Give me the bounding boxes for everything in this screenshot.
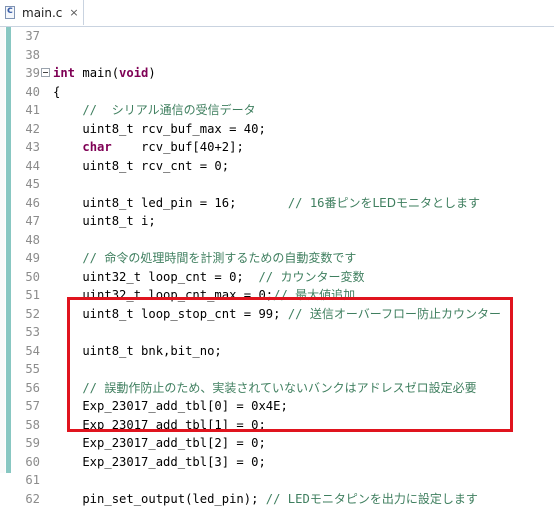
code-token: { [53,85,60,99]
code-token: rcv_buf[40+2]; [112,140,244,154]
line-number: 46 [12,194,40,213]
comment-token: 番ピンをLEDモニタとします [325,196,481,210]
comment-token: 命令の処理時間を計測するための自動変数です [104,251,356,265]
editor-tab-bar: c main.c × [0,0,554,27]
line-number: 38 [12,46,40,65]
comment-token: カウンター変数 [280,270,364,284]
line-number: 52 [12,305,40,324]
code-text: // シリアル通信の受信データ [53,101,256,120]
code-token: Exp_23017_add_tbl[2] = 0; [53,436,266,450]
code-line[interactable]: 42 uint8_t rcv_buf_max = 40; [0,120,554,139]
line-number: 53 [12,323,40,342]
code-token: Exp_23017_add_tbl[3] = 0; [53,455,266,469]
code-line[interactable]: 38 [0,46,554,65]
code-text: char rcv_buf[40+2]; [53,138,244,157]
code-text: pin_set_output(led_pin); // LEDモニタピンを出力に… [53,490,478,508]
code-line[interactable]: 39 int main(void) [0,64,554,83]
code-token: uint8_t led_pin = 16; [53,196,288,210]
line-number: 47 [12,212,40,231]
collapse-fold-icon[interactable] [41,68,50,77]
keyword-token: void [119,66,148,80]
code-line[interactable]: 45 [0,175,554,194]
keyword-token: int [53,66,75,80]
tab-main-c[interactable]: c main.c × [0,0,84,25]
comment-token: // 16 [288,196,325,210]
code-line[interactable]: 41 // シリアル通信の受信データ [0,101,554,120]
code-line[interactable]: 37 [0,27,554,46]
code-line[interactable]: 46 uint8_t led_pin = 16; // 16番ピンをLEDモニタ… [0,194,554,213]
code-token: uint8_t rcv_cnt = 0; [53,159,229,173]
code-token: main( [75,66,119,80]
line-number: 57 [12,397,40,416]
code-text: // 命令の処理時間を計測するための自動変数です [53,249,356,268]
line-number: 61 [12,471,40,490]
line-number: 40 [12,83,40,102]
comment-token: // [258,270,280,284]
line-number: 50 [12,268,40,287]
line-number: 43 [12,138,40,157]
code-line[interactable]: 50 uint32_t loop_cnt = 0; // カウンター変数 [0,268,554,287]
line-number: 44 [12,157,40,176]
line-number: 62 [12,490,40,508]
code-line[interactable]: 43 char rcv_buf[40+2]; [0,138,554,157]
code-token: pin_set_output(led_pin); [53,492,266,506]
line-number: 49 [12,249,40,268]
code-line[interactable]: 40 { [0,83,554,102]
line-number: 51 [12,286,40,305]
code-token: uint8_t i; [53,214,156,228]
code-line[interactable]: 59 Exp_23017_add_tbl[2] = 0; [0,434,554,453]
line-number: 56 [12,379,40,398]
code-token: uint32_t loop_cnt = 0; [53,270,258,284]
line-number: 39 [12,64,40,83]
line-number: 37 [12,27,40,46]
code-text: Exp_23017_add_tbl[2] = 0; [53,434,266,453]
keyword-token: char [82,140,111,154]
highlight-annotation-box [67,297,513,432]
comment-token: モニタピンを出力に設定します [310,492,478,506]
close-icon[interactable]: × [69,6,78,19]
code-text: int main(void) [53,64,156,83]
code-text: uint8_t rcv_cnt = 0; [53,157,229,176]
line-number: 58 [12,416,40,435]
code-line[interactable]: 60 Exp_23017_add_tbl[3] = 0; [0,453,554,472]
line-number: 41 [12,101,40,120]
line-number: 60 [12,453,40,472]
line-number: 45 [12,175,40,194]
code-line[interactable]: 47 uint8_t i; [0,212,554,231]
line-number: 59 [12,434,40,453]
code-text: uint8_t rcv_buf_max = 40; [53,120,266,139]
c-source-file-icon: c [5,5,18,20]
code-line[interactable]: 62 pin_set_output(led_pin); // LEDモニタピンを… [0,490,554,508]
comment-token: // LED [266,492,310,506]
code-text: Exp_23017_add_tbl[3] = 0; [53,453,266,472]
code-token [53,140,82,154]
comment-token: // [53,251,104,265]
code-text: uint8_t led_pin = 16; // 16番ピンをLEDモニタとしま… [53,194,480,213]
line-number: 55 [12,360,40,379]
code-text: uint32_t loop_cnt = 0; // カウンター変数 [53,268,364,287]
tab-title: main.c [22,6,62,20]
code-token: uint8_t rcv_buf_max = 40; [53,122,266,136]
line-number: 42 [12,120,40,139]
code-text: uint8_t i; [53,212,156,231]
line-number: 48 [12,231,40,250]
code-line[interactable]: 61 [0,471,554,490]
comment-token: // [53,103,112,117]
code-line[interactable]: 48 [0,231,554,250]
code-token: ) [148,66,155,80]
comment-token: シリアル通信の受信データ [112,103,256,117]
line-number: 54 [12,342,40,361]
code-line[interactable]: 49 // 命令の処理時間を計測するための自動変数です [0,249,554,268]
code-text: { [53,83,60,102]
code-line[interactable]: 44 uint8_t rcv_cnt = 0; [0,157,554,176]
